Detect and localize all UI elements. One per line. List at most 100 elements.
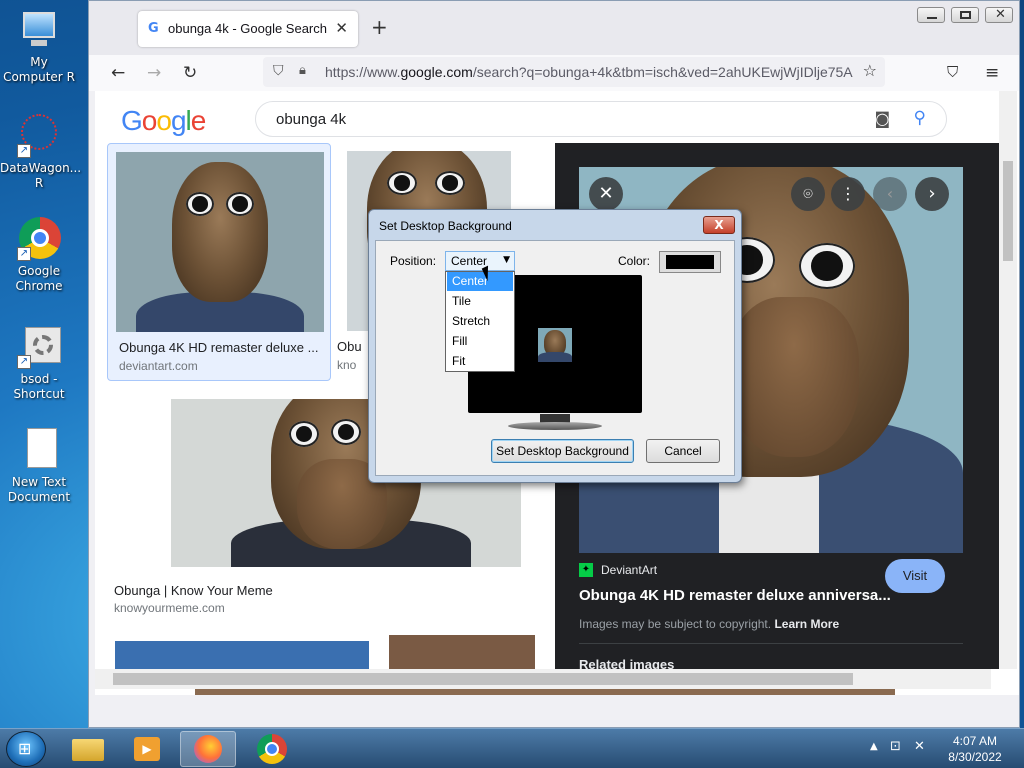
new-tab-button[interactable]: + bbox=[371, 15, 388, 39]
back-button[interactable]: ← bbox=[111, 63, 125, 83]
next-image-icon[interactable]: › bbox=[915, 177, 949, 211]
horizontal-scrollbar[interactable] bbox=[95, 669, 991, 689]
menu-hamburger-icon[interactable]: ≡ bbox=[985, 63, 999, 83]
set-desktop-background-dialog: Set Desktop Background X Position: Cente… bbox=[368, 209, 742, 483]
desktop-icon-label: New Text Document bbox=[7, 475, 71, 504]
search-icon[interactable]: ⚲ bbox=[914, 108, 926, 128]
close-window-button[interactable]: ✕ bbox=[985, 7, 1013, 23]
result-caption[interactable]: Obunga 4K HD remaster deluxe ... bbox=[119, 340, 318, 355]
volume-muted-icon[interactable]: ✕ bbox=[914, 739, 925, 754]
camera-icon[interactable]: ◙ bbox=[874, 109, 890, 128]
network-icon[interactable]: ⊡ bbox=[890, 739, 901, 754]
desktop-icon-datawagon[interactable]: ↗ DataWagon... R bbox=[0, 114, 82, 191]
url-text: https://www.google.com/search?q=obunga+4… bbox=[325, 64, 853, 80]
taskbar-media-player[interactable]: ▶ bbox=[120, 731, 176, 767]
pocket-icon[interactable]: ⛉ bbox=[947, 63, 958, 81]
preview-title[interactable]: Obunga 4K HD remaster deluxe anniversa..… bbox=[579, 587, 891, 604]
google-favicon-icon: G bbox=[148, 21, 159, 36]
logo-letter: o bbox=[156, 105, 172, 136]
network-sphere-icon: ↗ bbox=[15, 114, 63, 158]
computer-icon bbox=[15, 8, 63, 52]
maximize-button[interactable] bbox=[951, 7, 979, 23]
learn-more-link[interactable]: Learn More bbox=[774, 617, 839, 631]
set-desktop-background-button[interactable]: Set Desktop Background bbox=[491, 439, 634, 463]
dialog-title: Set Desktop Background bbox=[379, 219, 512, 233]
position-dropdown-list[interactable]: Center Tile Stretch Fill Fit bbox=[445, 271, 515, 372]
vertical-scrollbar[interactable] bbox=[999, 91, 1017, 669]
result-source[interactable]: kno bbox=[337, 358, 356, 372]
logo-letter: o bbox=[141, 105, 158, 136]
result-source[interactable]: deviantart.com bbox=[119, 359, 198, 373]
desktop-icon-google-chrome[interactable]: ↗ Google Chrome bbox=[0, 217, 78, 294]
previous-image-icon[interactable]: ‹ bbox=[873, 177, 907, 211]
search-box[interactable]: obunga 4k ◙ ⚲ bbox=[255, 101, 947, 137]
position-option-fit[interactable]: Fit bbox=[447, 352, 513, 371]
clock-date: 8/30/2022 bbox=[948, 750, 1002, 764]
show-hidden-icons-icon[interactable]: ▲ bbox=[870, 741, 878, 752]
desktop-icon-new-text-document[interactable]: New Text Document bbox=[0, 428, 78, 505]
color-label: Color: bbox=[618, 254, 651, 268]
result-thumbnail[interactable] bbox=[116, 152, 324, 332]
reload-button[interactable]: ↻ bbox=[183, 63, 197, 83]
text-document-icon bbox=[15, 428, 63, 472]
address-bar[interactable]: ⛉ 🔒︎ https://www.google.com/search?q=obu… bbox=[263, 57, 885, 87]
visit-button[interactable]: Visit bbox=[885, 559, 945, 593]
shield-icon[interactable]: ⛉ bbox=[273, 63, 284, 79]
taskbar-chrome[interactable] bbox=[244, 731, 300, 767]
preview-site-name[interactable]: DeviantArt bbox=[601, 563, 657, 577]
taskbar-file-explorer[interactable] bbox=[60, 731, 116, 767]
dialog-close-button[interactable]: X bbox=[703, 216, 735, 234]
system-clock[interactable]: 4:07 AM 8/30/2022 bbox=[940, 733, 1010, 765]
desktop-icon-bsod-shortcut[interactable]: ↗ bsod - Shortcut bbox=[0, 325, 78, 402]
position-option-tile[interactable]: Tile bbox=[447, 292, 513, 311]
bookmark-star-icon[interactable]: ☆ bbox=[863, 61, 877, 80]
minimize-button[interactable] bbox=[917, 7, 945, 23]
color-picker-button[interactable] bbox=[659, 251, 721, 273]
image-result-card[interactable]: Obunga 4K HD remaster deluxe ... deviant… bbox=[107, 143, 331, 381]
logo-letter: G bbox=[121, 105, 143, 136]
more-results-strip bbox=[195, 689, 895, 695]
tab-google-search[interactable]: G obunga 4k - Google Search ✕ bbox=[138, 11, 358, 47]
position-option-fill[interactable]: Fill bbox=[447, 332, 513, 351]
chrome-icon bbox=[257, 734, 287, 764]
start-button[interactable]: ⊞ bbox=[6, 731, 46, 767]
position-select[interactable]: Center ▼ bbox=[445, 251, 515, 271]
wallpaper-thumbnail bbox=[538, 328, 572, 362]
copyright-notice: Images may be subject to copyright. Lear… bbox=[579, 617, 840, 631]
windows-logo-icon: ⊞ bbox=[18, 739, 32, 758]
deviantart-logo-icon: ✦ bbox=[579, 563, 593, 577]
dialog-body: Position: Center ▼ Color: Center Tile St… bbox=[375, 240, 735, 476]
desktop-icon-label: DataWagon... bbox=[0, 161, 82, 175]
lock-icon[interactable]: 🔒︎ bbox=[299, 63, 306, 78]
tab-bar: G obunga 4k - Google Search ✕ + ✕ bbox=[89, 1, 1019, 55]
clock-time: 4:07 AM bbox=[952, 734, 998, 748]
firefox-icon bbox=[194, 735, 222, 763]
navigation-toolbar: ← → ↻ ⛉ 🔒︎ https://www.google.com/search… bbox=[89, 55, 1019, 91]
desktop-icon-my-computer[interactable]: My Computer R bbox=[0, 8, 78, 85]
result-source[interactable]: knowyourmeme.com bbox=[114, 601, 225, 615]
lens-search-icon[interactable]: ⌾ bbox=[791, 177, 825, 211]
desktop-icon-label: bsod - Shortcut bbox=[13, 372, 65, 401]
taskbar-firefox[interactable] bbox=[180, 731, 236, 767]
cancel-button[interactable]: Cancel bbox=[646, 439, 720, 463]
position-option-stretch[interactable]: Stretch bbox=[447, 312, 513, 331]
desktop-icon-label: Google Chrome bbox=[15, 264, 63, 293]
result-caption[interactable]: Obunga | Know Your Meme bbox=[114, 583, 273, 598]
folder-icon bbox=[72, 739, 104, 761]
monitor-base bbox=[508, 422, 602, 430]
scrollbar-thumb[interactable] bbox=[113, 673, 853, 685]
close-preview-icon[interactable]: ✕ bbox=[589, 177, 623, 211]
more-options-icon[interactable]: ⋮ bbox=[831, 177, 865, 211]
scrollbar-thumb[interactable] bbox=[1003, 161, 1013, 261]
close-tab-icon[interactable]: ✕ bbox=[335, 19, 348, 37]
position-label: Position: bbox=[390, 254, 437, 268]
forward-button[interactable]: → bbox=[147, 63, 161, 83]
media-player-icon: ▶ bbox=[134, 737, 160, 761]
result-caption[interactable]: Obu bbox=[337, 339, 362, 354]
tab-title: obunga 4k - Google Search bbox=[168, 21, 327, 36]
google-logo[interactable]: Google bbox=[121, 105, 206, 137]
position-select-value: Center bbox=[451, 254, 488, 268]
color-swatch bbox=[666, 255, 714, 269]
position-option-center[interactable]: Center bbox=[447, 272, 513, 291]
search-input[interactable]: obunga 4k bbox=[276, 111, 346, 128]
